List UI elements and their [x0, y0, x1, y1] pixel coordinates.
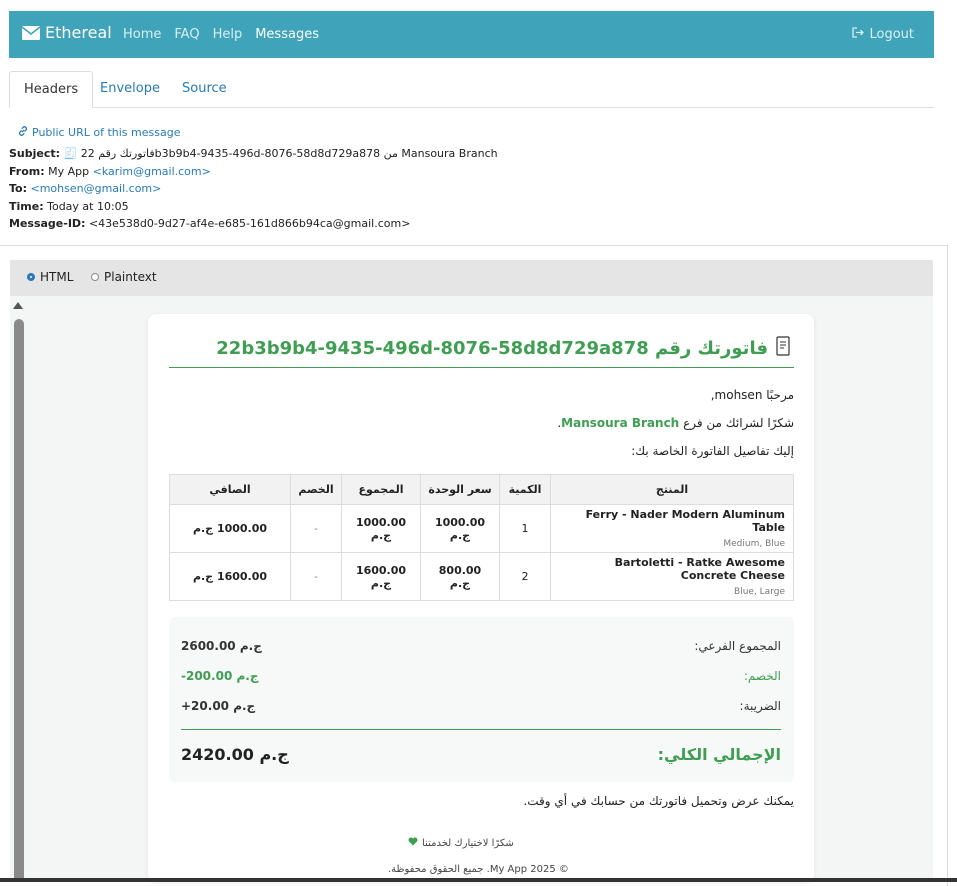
- discount-label: الخصم:: [743, 669, 781, 683]
- subject-value: 🧾 فاتورتك رقم 22b3b9b4-9435-496d-8076-58…: [63, 147, 498, 160]
- from-name: My App: [48, 165, 90, 178]
- table-row: Ferry - Nader Modern Aluminum Table Medi…: [169, 504, 794, 553]
- title-divider: [169, 367, 794, 368]
- to-email[interactable]: <mohsen@gmail.com>: [31, 182, 162, 195]
- radio-html-indicator[interactable]: [27, 273, 35, 281]
- bottom-edge: [0, 878, 957, 882]
- col-unit-price: سعر الوحدة: [420, 474, 500, 505]
- footer-note: يمكنك عرض وتحميل فاتورتك من حسابك في أي …: [523, 794, 794, 808]
- subject-row: Subject: 🧾 فاتورتك رقم 22b3b9b4-9435-496…: [9, 147, 498, 160]
- product-variant: Blue, Large: [734, 587, 785, 597]
- net-cell: 1000.00 ج.م: [169, 504, 291, 553]
- discount-cell: -: [290, 504, 342, 553]
- branch-name: Mansoura Branch: [561, 416, 680, 430]
- qty-cell: 1: [499, 504, 551, 553]
- thanks-footer-text: شكرًا لاختيارك لخدمتنا: [422, 837, 514, 849]
- discount-value: -200.00 ج.م: [181, 669, 259, 683]
- radio-html-label: HTML: [40, 270, 74, 284]
- totals-divider: [181, 729, 781, 730]
- nav-messages[interactable]: Messages: [255, 27, 319, 42]
- message-id-row: Message-ID: <43e538d0-9d27-af4e-e685-161…: [9, 217, 410, 230]
- product-cell: Bartoletti - Ratke Awesome Concrete Chee…: [550, 552, 794, 601]
- brand-name: Ethereal: [45, 23, 112, 42]
- link-icon: [17, 125, 29, 140]
- scrollbar-thumb[interactable]: [14, 319, 24, 882]
- view-mode-bar: HTML Plaintext: [10, 260, 933, 296]
- nav-home[interactable]: Home: [123, 27, 161, 42]
- from-row: From: My App <karim@gmail.com>: [9, 165, 211, 178]
- subject-label: Subject:: [9, 147, 61, 160]
- col-product: المنتج: [550, 474, 794, 505]
- totals-box: المجموع الفرعي: 2600.00 ج.م الخصم: -200.…: [169, 617, 794, 782]
- qty-cell: 2: [499, 552, 551, 601]
- product-variant: Medium, Blue: [723, 539, 785, 549]
- table-header-row: المنتج الكمية سعر الوحدة المجموع الخصم ا…: [169, 474, 794, 505]
- brand[interactable]: Ethereal: [22, 23, 112, 42]
- total-cell: 1600.00 ج.م: [341, 552, 421, 601]
- envelope-icon: [22, 25, 40, 40]
- table-row: Bartoletti - Ratke Awesome Concrete Chee…: [169, 552, 794, 601]
- logout-label: Logout: [869, 27, 914, 42]
- tax-label: الضريبة:: [739, 699, 781, 713]
- from-label: From:: [9, 165, 45, 178]
- copyright: © 2025 My App. جميع الحقوق محفوظة.: [388, 864, 569, 875]
- thanks-line: شكرًا لشرائك من فرع Mansoura Branch.: [557, 416, 794, 430]
- message-tabs: Headers Envelope Source: [9, 71, 934, 108]
- invoice-title-text: فاتورتك رقم 22b3b9b4-9435-496d-8076-58d8…: [216, 338, 768, 359]
- subtotal-value: 2600.00 ج.م: [181, 639, 262, 653]
- receipt-icon: [774, 336, 792, 361]
- grand-total-value: 2420.00 ج.م: [181, 745, 289, 764]
- unit-price-cell: 1000.00 ج.م: [420, 504, 500, 553]
- col-total: المجموع: [341, 474, 421, 505]
- tax-value: +20.00 ج.م: [181, 699, 256, 713]
- radio-plaintext[interactable]: Plaintext: [91, 270, 157, 284]
- top-navbar: Ethereal Home FAQ Help Messages Logout: [9, 11, 934, 58]
- nav-help[interactable]: Help: [213, 27, 243, 42]
- radio-plaintext-label: Plaintext: [104, 270, 157, 284]
- invoice-title: فاتورتك رقم 22b3b9b4-9435-496d-8076-58d8…: [216, 336, 792, 361]
- logout-button[interactable]: Logout: [852, 27, 914, 42]
- items-table: المنتج الكمية سعر الوحدة المجموع الخصم ا…: [169, 474, 794, 601]
- nav-faq[interactable]: FAQ: [174, 27, 199, 42]
- grand-total-label: الإجمالي الكلي:: [657, 745, 781, 764]
- subtotal-label: المجموع الفرعي:: [694, 639, 781, 653]
- thanks-line-prefix: شكرًا لشرائك من فرع: [683, 416, 794, 430]
- radio-html[interactable]: HTML: [27, 270, 73, 284]
- discount-cell: -: [290, 552, 342, 601]
- invoice-card: فاتورتك رقم 22b3b9b4-9435-496d-8076-58d8…: [148, 314, 814, 882]
- col-qty: الكمية: [499, 474, 551, 505]
- product-cell: Ferry - Nader Modern Aluminum Table Medi…: [550, 504, 794, 553]
- invoice-intro: إليك تفاصيل الفاتورة الخاصة بك:: [631, 444, 794, 458]
- product-name: Bartoletti - Ratke Awesome Concrete Chee…: [614, 556, 785, 582]
- from-email[interactable]: <karim@gmail.com>: [93, 165, 211, 178]
- to-row: To: <mohsen@gmail.com>: [9, 182, 161, 195]
- tab-envelope[interactable]: Envelope: [86, 71, 174, 106]
- message-id-value: <43e538d0-9d27-af4e-e685-161d866b94ca@gm…: [88, 217, 411, 230]
- total-cell: 1000.00 ج.م: [341, 504, 421, 553]
- col-net: الصافي: [169, 474, 291, 505]
- tab-headers[interactable]: Headers: [9, 71, 94, 108]
- message-id-label: Message-ID:: [9, 217, 86, 230]
- scroll-up-arrow[interactable]: [13, 302, 23, 309]
- col-discount: الخصم: [290, 474, 342, 505]
- radio-plaintext-indicator[interactable]: [91, 273, 99, 281]
- time-value: Today at 10:05: [47, 200, 129, 213]
- logout-icon: [852, 27, 865, 42]
- unit-price-cell: 800.00 ج.م: [420, 552, 500, 601]
- thanks-footer: شكرًا لاختيارك لخدمتنا: [408, 837, 514, 849]
- time-label: Time:: [9, 200, 44, 213]
- green-heart-icon: [408, 837, 418, 849]
- time-row: Time: Today at 10:05: [9, 200, 129, 213]
- product-name: Ferry - Nader Modern Aluminum Table: [585, 508, 785, 534]
- public-url-link[interactable]: Public URL of this message: [17, 125, 180, 140]
- net-cell: 1600.00 ج.م: [169, 552, 291, 601]
- greeting: مرحبًا mohsen,: [710, 388, 794, 402]
- public-url-label: Public URL of this message: [32, 126, 181, 139]
- to-label: To:: [9, 182, 27, 195]
- tab-source[interactable]: Source: [168, 71, 241, 106]
